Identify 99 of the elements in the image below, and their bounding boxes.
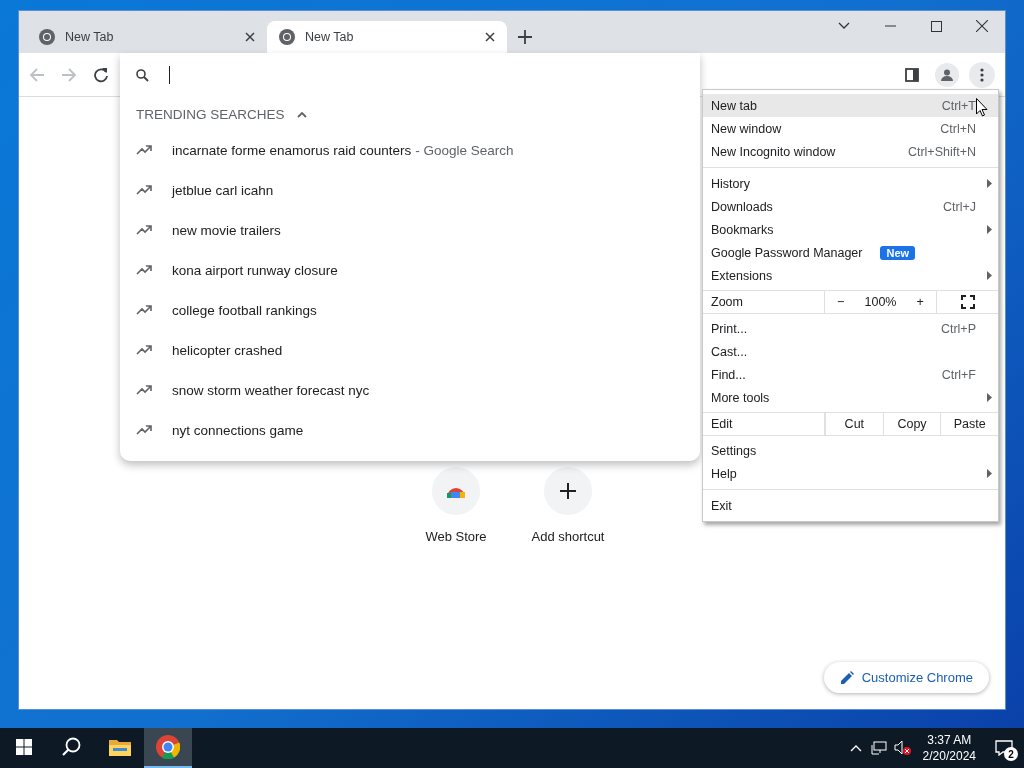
chevron-icon — [296, 111, 307, 118]
notifications-button[interactable]: 2 — [984, 728, 1024, 768]
edit-action-button[interactable]: Cut — [825, 413, 883, 435]
menu-item[interactable]: More tools — [703, 386, 998, 409]
menu-item[interactable]: Downloads Ctrl+J — [703, 195, 998, 218]
zoom-value: 100% — [864, 295, 897, 309]
menu-item-label: Google Password Manager — [711, 245, 863, 260]
suggestion-item[interactable]: incarnate forme enamorus raid counters - Google Search — [120, 130, 700, 170]
browser-tab[interactable]: New Tab — [27, 21, 267, 53]
menu-item[interactable]: New window Ctrl+N — [703, 117, 998, 140]
menu-item-label: Find... — [711, 367, 746, 382]
trending-icon — [136, 425, 152, 435]
menu-shortcut: Ctrl+Shift+N — [907, 144, 976, 159]
tab-title: New Tab — [65, 30, 115, 44]
menu-shortcut: Ctrl+N — [940, 121, 976, 136]
search-icon — [136, 68, 149, 82]
edit-action-button[interactable]: Copy — [882, 413, 941, 435]
trending-icon — [136, 145, 152, 155]
suggestion-text: snow storm weather forecast nyc — [172, 382, 370, 398]
trending-icon — [136, 305, 152, 315]
close-tab-icon[interactable] — [245, 32, 255, 42]
notification-count: 2 — [1004, 747, 1018, 761]
menu-item[interactable]: Extensions — [703, 264, 998, 287]
suggestion-item[interactable]: jetblue carl icahn — [120, 170, 700, 210]
menu-shortcut: Ctrl+P — [940, 321, 976, 336]
suggestion-item[interactable]: kona airport runway closure — [120, 250, 700, 290]
trending-icon — [136, 185, 152, 195]
edit-action-button[interactable]: Paste — [940, 413, 998, 435]
shortcut-label: Add shortcut — [531, 529, 605, 544]
trending-icon — [136, 385, 152, 395]
menu-item[interactable]: Settings — [703, 439, 998, 462]
chrome-color-icon — [156, 735, 180, 759]
shortcut-label: Web Store — [425, 529, 487, 544]
trending-header[interactable]: TRENDING SEARCHES — [120, 99, 323, 130]
menu-item-label: Print... — [711, 321, 748, 336]
menu-item-label: Downloads — [711, 199, 773, 214]
menu-shortcut: Ctrl+J — [943, 199, 976, 214]
menu-item-label: More tools — [711, 390, 770, 405]
pencil-icon — [839, 670, 854, 685]
menu-item-label: Settings — [711, 443, 757, 458]
menu-item-label: New tab — [711, 98, 757, 113]
suggestion-item[interactable]: nyt connections game — [120, 410, 700, 450]
customize-chrome-button[interactable]: Customize Chrome — [823, 662, 989, 693]
menu-item[interactable]: Help — [703, 462, 998, 485]
side-panel-icon[interactable] — [905, 67, 919, 82]
menu-item-label: New Incognito window — [711, 144, 836, 159]
menu-item-label: History — [711, 176, 750, 191]
zoom-in-button[interactable]: + — [912, 295, 928, 309]
profile-icon[interactable] — [935, 62, 959, 87]
suggestion-text: college football rankings — [172, 302, 317, 318]
suggestion-item[interactable]: helicopter crashed — [120, 330, 700, 370]
new-badge: New — [880, 245, 916, 260]
menu-item[interactable]: Bookmarks — [703, 218, 998, 241]
menu-icon[interactable] — [969, 61, 995, 88]
menu-item-label: Cast... — [711, 344, 748, 359]
menu-item[interactable]: History — [703, 172, 998, 195]
suggestion-item[interactable]: snow storm weather forecast nyc — [120, 370, 700, 410]
suggestion-text: incarnate forme enamorus raid counters - Google Search — [172, 142, 514, 158]
clock-time: 3:37 AM — [927, 732, 972, 748]
plus-icon — [560, 483, 576, 499]
suggestion-text: jetblue carl icahn — [172, 182, 274, 198]
menu-shortcut: Ctrl+F — [941, 367, 976, 382]
trending-icon — [136, 345, 152, 355]
shortcut-tile[interactable] — [544, 467, 592, 515]
menu-item-label: Extensions — [711, 268, 773, 283]
menu-label: Zoom — [703, 291, 825, 313]
suggestion-text: nyt connections game — [172, 422, 304, 438]
menu-item-label: Help — [711, 466, 737, 481]
menu-item[interactable]: Print... Ctrl+P — [703, 317, 998, 340]
chrome-logo-icon — [279, 29, 295, 45]
menu-item-label: Bookmarks — [711, 222, 774, 237]
menu-shortcut: Ctrl+T — [941, 98, 976, 113]
close-tab-icon[interactable] — [485, 32, 495, 42]
menu-item[interactable]: Find... Ctrl+F — [703, 363, 998, 386]
menu-label: Edit — [703, 413, 825, 435]
reload-icon[interactable] — [93, 66, 109, 83]
suggestion-text: helicopter crashed — [172, 342, 283, 358]
chrome-logo-icon — [39, 29, 55, 45]
trending-icon — [136, 225, 152, 235]
browser-tab[interactable]: New Tab — [267, 21, 507, 53]
chrome-app-icon[interactable] — [144, 728, 192, 768]
suggestion-text: kona airport runway closure — [172, 262, 338, 278]
tab-title: New Tab — [305, 30, 355, 44]
suggestion-item[interactable]: new movie trailers — [120, 210, 700, 250]
menu-item[interactable]: Cast... — [703, 340, 998, 363]
zoom-out-button[interactable]: − — [833, 295, 849, 309]
trending-icon — [136, 265, 152, 275]
menu-item-label: New window — [711, 121, 782, 136]
menu-item[interactable]: New tab Ctrl+T — [703, 94, 998, 117]
menu-item[interactable]: New Incognito window Ctrl+Shift+N — [703, 140, 998, 163]
clock-date: 2/20/2024 — [922, 748, 976, 764]
mouse-pointer-icon — [976, 98, 988, 117]
shortcut-tile[interactable] — [432, 467, 480, 515]
menu-item[interactable]: Exit — [703, 494, 998, 517]
menu-item-label: Exit — [711, 498, 732, 513]
suggestion-text: new movie trailers — [172, 222, 281, 238]
suggestion-item[interactable]: college football rankings — [120, 290, 700, 330]
message-icon — [995, 740, 1013, 756]
menu-item[interactable]: Google Password Manager New — [703, 241, 998, 264]
